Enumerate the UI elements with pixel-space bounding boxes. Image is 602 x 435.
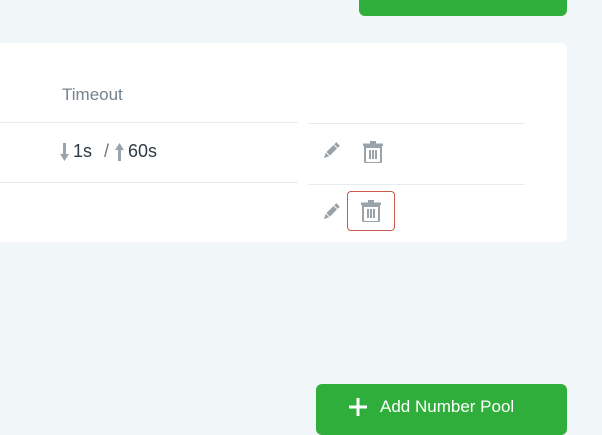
timeout-separator: /	[104, 141, 110, 161]
trash-icon	[361, 200, 381, 222]
row-divider	[0, 122, 298, 123]
timeout-cell: 1s / 60s	[60, 141, 157, 162]
row-divider	[308, 184, 525, 185]
row-divider	[308, 123, 525, 124]
column-header-timeout: Timeout	[62, 85, 123, 104]
timeout-up-value: 60s	[128, 141, 158, 161]
edit-button[interactable]	[318, 199, 344, 225]
trash-icon	[363, 141, 383, 163]
plus-icon	[349, 398, 367, 416]
arrow-up-icon	[115, 142, 125, 161]
delete-button[interactable]	[360, 139, 386, 165]
row-divider	[0, 182, 298, 183]
pencil-icon	[323, 203, 340, 220]
number-pool-table-card: Timeout 1s / 60s	[0, 43, 567, 242]
arrow-down-icon	[60, 142, 69, 161]
delete-button[interactable]	[347, 191, 395, 231]
timeout-down-value: 1s	[73, 141, 93, 161]
edit-button[interactable]	[318, 138, 344, 164]
add-number-pool-button[interactable]: Add Number Pool	[316, 384, 567, 435]
pencil-icon	[323, 142, 340, 159]
top-action-button[interactable]	[359, 0, 567, 16]
add-number-pool-label: Add Number Pool	[380, 397, 515, 416]
